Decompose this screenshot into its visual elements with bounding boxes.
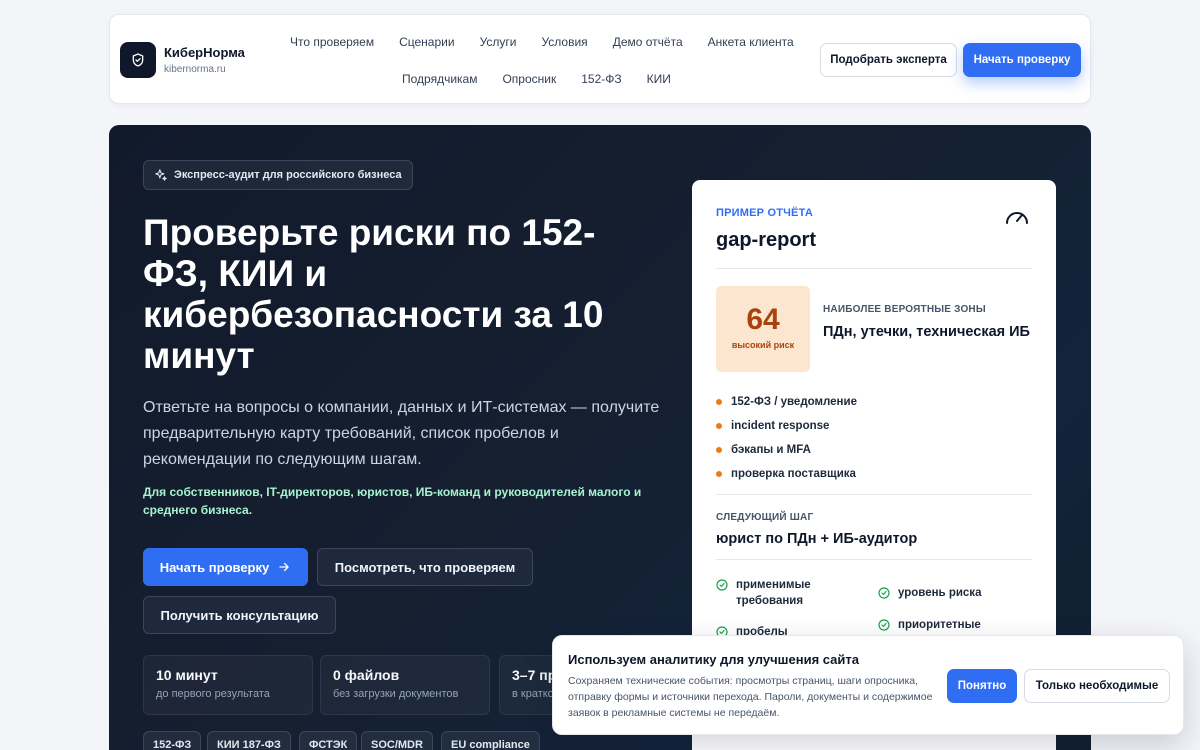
nav-link-questionnaire[interactable]: Опросник — [502, 72, 556, 86]
logo[interactable] — [120, 42, 156, 78]
tag-chip[interactable]: 152-ФЗ — [143, 731, 202, 750]
get-consultation-button[interactable]: Получить консультацию — [143, 596, 336, 634]
sparkles-icon — [155, 169, 167, 181]
risk-item-label: 152-ФЗ / уведомление — [731, 396, 857, 408]
hero-title: Проверьте риски по 152-ФЗ, КИИ и кибербе… — [143, 212, 604, 376]
nav-primary: Что проверяем Сценарии Услуги Условия Де… — [290, 35, 794, 49]
risk-score-box: 64 высокий риск — [716, 286, 810, 372]
tag-chip[interactable]: КИИ 187-ФЗ — [207, 731, 291, 750]
zones-caption: НАИБОЛЕЕ ВЕРОЯТНЫЕ ЗОНЫ — [823, 304, 986, 315]
nav-link-report-demo[interactable]: Демо отчёта — [613, 35, 683, 49]
list-item: incident response — [716, 414, 857, 438]
stat-card: 10 минут до первого результата — [143, 655, 313, 715]
report-title: gap-report — [716, 229, 816, 251]
nav-link-terms[interactable]: Условия — [541, 35, 587, 49]
cookie-accept-button[interactable]: Понятно — [947, 669, 1017, 703]
find-expert-button[interactable]: Подобрать эксперта — [820, 43, 957, 77]
nav-link-kii[interactable]: КИИ — [647, 72, 671, 86]
risk-list: 152-ФЗ / уведомление incident response б… — [716, 390, 857, 486]
bullet-dot-icon — [716, 423, 722, 429]
next-step-value: юрист по ПДн + ИБ-аудитор — [716, 531, 918, 547]
next-step-caption: СЛЕДУЮЩИЙ ШАГ — [716, 512, 814, 523]
shield-icon — [132, 53, 144, 67]
site-header: КиберНорма kibernorma.ru Что проверяем С… — [109, 14, 1091, 104]
hero-badge-label: Экспресс-аудит для российского бизнеса — [174, 169, 402, 181]
stat-card: 0 файлов без загрузки документов — [320, 655, 490, 715]
check-item-label: применимые требования — [736, 579, 811, 607]
nav-link-152fz[interactable]: 152-ФЗ — [581, 72, 621, 86]
risk-score-label: высокий риск — [731, 340, 795, 350]
list-item: проверка поставщика — [716, 462, 857, 486]
nav-secondary: Подрядчикам Опросник 152-ФЗ КИИ — [402, 72, 671, 86]
stat-value: 0 файлов — [333, 667, 400, 683]
check-item-label: приоритетные — [898, 619, 981, 631]
header-start-check-button[interactable]: Начать проверку — [963, 43, 1081, 77]
risk-item-label: проверка поставщика — [731, 468, 856, 480]
check-item: уровень риска — [878, 585, 1028, 601]
check-item: приоритетные — [878, 617, 1028, 633]
risk-item-label: incident response — [731, 420, 830, 432]
risk-item-label: бэкапы и MFA — [731, 444, 811, 456]
hero-start-check-label: Начать проверку — [159, 559, 270, 575]
gauge-icon — [1006, 212, 1028, 224]
check-item: применимые требования — [716, 577, 846, 609]
stat-value: 10 минут — [156, 667, 218, 683]
nav-link-what-we-check[interactable]: Что проверяем — [290, 35, 374, 49]
check-item-label: уровень риска — [898, 587, 982, 599]
zones-value: ПДн, утечки, техническая ИБ — [823, 324, 1030, 340]
hero-badge: Экспресс-аудит для российского бизнеса — [143, 160, 413, 190]
nav-link-contractors[interactable]: Подрядчикам — [402, 72, 477, 86]
cookie-text: Сохраняем технические события: просмотры… — [568, 675, 933, 719]
what-we-check-button[interactable]: Посмотреть, что проверяем — [317, 548, 533, 586]
bullet-dot-icon — [716, 399, 722, 405]
divider — [716, 268, 1032, 269]
tag-chip[interactable]: EU compliance — [441, 731, 540, 750]
list-item: бэкапы и MFA — [716, 438, 857, 462]
arrow-right-icon — [279, 562, 289, 572]
hero-start-check-button[interactable]: Начать проверку — [143, 548, 308, 586]
brand-name[interactable]: КиберНорма — [164, 45, 245, 60]
nav-link-client-form[interactable]: Анкета клиента — [708, 35, 794, 49]
hero-audience: Для собственников, IT-директоров, юристо… — [143, 485, 642, 517]
list-item: 152-ФЗ / уведомление — [716, 390, 857, 414]
nav-link-scenarios[interactable]: Сценарии — [399, 35, 454, 49]
cookie-necessary-only-button[interactable]: Только необходимые — [1024, 669, 1170, 703]
check-circle-icon — [878, 619, 890, 631]
hero-subtitle: Ответьте на вопросы о компании, данных и… — [143, 399, 660, 468]
divider — [716, 494, 1032, 495]
brand-url: kibernorma.ru — [164, 64, 226, 75]
check-circle-icon — [878, 587, 890, 599]
cookie-title: Используем аналитику для улучшения сайта — [568, 652, 859, 667]
stat-label: до первого результата — [156, 688, 270, 700]
bullet-dot-icon — [716, 447, 722, 453]
tag-chip[interactable]: ФСТЭК — [299, 731, 358, 750]
tag-chip[interactable]: SOC/MDR — [361, 731, 433, 750]
check-circle-icon — [716, 579, 728, 591]
divider — [716, 559, 1032, 560]
bullet-dot-icon — [716, 471, 722, 477]
stat-label: без загрузки документов — [333, 688, 459, 700]
cookie-banner: Используем аналитику для улучшения сайта… — [552, 635, 1184, 735]
nav-link-services[interactable]: Услуги — [480, 35, 517, 49]
risk-score-value: 64 — [746, 303, 780, 336]
report-eyebrow: ПРИМЕР ОТЧЁТА — [716, 207, 813, 219]
